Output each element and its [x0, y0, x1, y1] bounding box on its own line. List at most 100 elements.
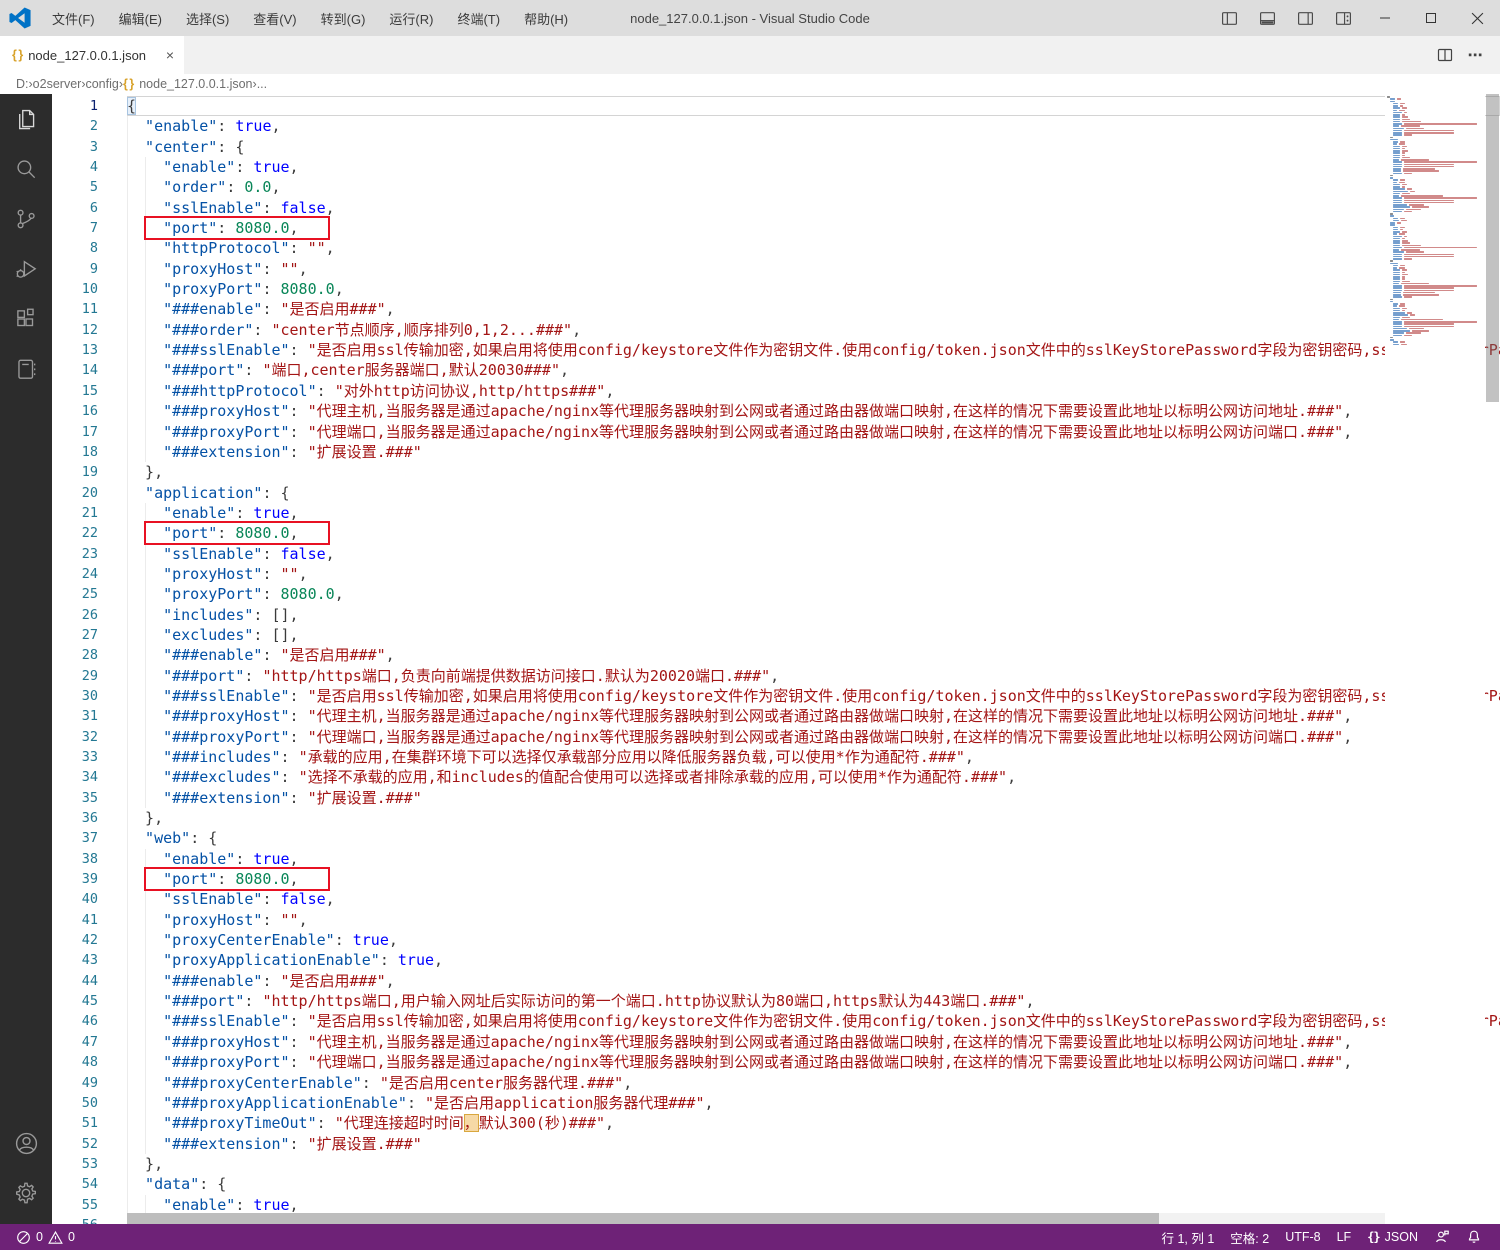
code-line-35[interactable]: "###extension": "扩展设置.###": [127, 788, 1500, 808]
code-line-48[interactable]: "###proxyPort": "代理端口,当服务器是通过apache/ngin…: [127, 1052, 1500, 1072]
toggle-sidebar-icon[interactable]: [1210, 0, 1248, 36]
menu-item-5[interactable]: 运行(R): [377, 0, 445, 36]
code-line-15[interactable]: "###httpProtocol": "对外http访问协议,http/http…: [127, 381, 1500, 401]
maximize-button[interactable]: [1408, 0, 1454, 36]
settings-gear-icon[interactable]: [0, 1168, 52, 1218]
code-line-14[interactable]: "###port": "端口,center服务器端口,默认20030###",: [127, 360, 1500, 380]
tab-node-json[interactable]: { } node_127.0.0.1.json ×: [0, 36, 184, 74]
eol-status[interactable]: LF: [1329, 1224, 1360, 1250]
code-line-47[interactable]: "###proxyHost": "代理主机,当服务器是通过apache/ngin…: [127, 1032, 1500, 1052]
code-line-20[interactable]: "application": {: [127, 483, 1500, 503]
code-line-27[interactable]: "excludes": [],: [127, 625, 1500, 645]
code-line-11[interactable]: "###enable": "是否启用###",: [127, 299, 1500, 319]
code-line-29[interactable]: "###port": "http/https端口,负责向前端提供数据访问接口.默…: [127, 666, 1500, 686]
encoding-status[interactable]: UTF-8: [1277, 1224, 1328, 1250]
editor-more-actions-icon[interactable]: ⋯: [1460, 46, 1490, 64]
minimap[interactable]: [1385, 94, 1485, 1224]
code-line-10[interactable]: "proxyPort": 8080.0,: [127, 279, 1500, 299]
code-line-55[interactable]: "enable": true,: [127, 1195, 1500, 1215]
minimize-button[interactable]: [1362, 0, 1408, 36]
cursor-position-status[interactable]: 行 1, 列 1: [1153, 1224, 1222, 1250]
code-line-50[interactable]: "###proxyApplicationEnable": "是否启用applic…: [127, 1093, 1500, 1113]
code-line-12[interactable]: "###order": "center节点顺序,顺序排列0,1,2...###"…: [127, 320, 1500, 340]
code-line-40[interactable]: "sslEnable": false,: [127, 889, 1500, 909]
code-line-53[interactable]: },: [127, 1154, 1500, 1174]
code-line-28[interactable]: "###enable": "是否启用###",: [127, 645, 1500, 665]
toggle-panel-icon[interactable]: [1248, 0, 1286, 36]
horizontal-scrollbar-thumb[interactable]: [127, 1213, 1159, 1224]
code-line-24[interactable]: "proxyHost": "",: [127, 564, 1500, 584]
horizontal-scrollbar[interactable]: [127, 1213, 1385, 1224]
menu-item-1[interactable]: 编辑(E): [107, 0, 174, 36]
code-area[interactable]: {"enable": true,"center": {"enable": tru…: [127, 94, 1500, 1224]
code-line-52[interactable]: "###extension": "扩展设置.###": [127, 1134, 1500, 1154]
code-line-16[interactable]: "###proxyHost": "代理主机,当服务器是通过apache/ngin…: [127, 401, 1500, 421]
menu-item-0[interactable]: 文件(F): [40, 0, 107, 36]
extensions-icon[interactable]: [0, 294, 52, 344]
explorer-icon[interactable]: [0, 94, 52, 144]
code-line-44[interactable]: "###enable": "是否启用###",: [127, 971, 1500, 991]
code-line-43[interactable]: "proxyApplicationEnable": true,: [127, 950, 1500, 970]
code-line-25[interactable]: "proxyPort": 8080.0,: [127, 584, 1500, 604]
code-line-54[interactable]: "data": {: [127, 1174, 1500, 1194]
code-line-30[interactable]: "###sslEnable": "是否启用ssl传输加密,如果启用将使用conf…: [127, 686, 1500, 706]
toggle-secondary-sidebar-icon[interactable]: [1286, 0, 1324, 36]
code-line-7[interactable]: "port": 8080.0,: [127, 218, 1500, 238]
code-line-42[interactable]: "proxyCenterEnable": true,: [127, 930, 1500, 950]
breadcrumb-item-4[interactable]: ...: [257, 77, 267, 91]
close-window-button[interactable]: [1454, 0, 1500, 36]
code-line-23[interactable]: "sslEnable": false,: [127, 544, 1500, 564]
customize-layout-icon[interactable]: [1324, 0, 1362, 36]
breadcrumb-item-2[interactable]: config: [85, 77, 118, 91]
code-line-32[interactable]: "###proxyPort": "代理端口,当服务器是通过apache/ngin…: [127, 727, 1500, 747]
code-line-8[interactable]: "httpProtocol": "",: [127, 238, 1500, 258]
code-line-31[interactable]: "###proxyHost": "代理主机,当服务器是通过apache/ngin…: [127, 706, 1500, 726]
code-line-21[interactable]: "enable": true,: [127, 503, 1500, 523]
code-line-4[interactable]: "enable": true,: [127, 157, 1500, 177]
code-line-49[interactable]: "###proxyCenterEnable": "是否启用center服务器代理…: [127, 1073, 1500, 1093]
code-line-33[interactable]: "###includes": "承载的应用,在集群环境下可以选择仅承载部分应用以…: [127, 747, 1500, 767]
split-editor-icon[interactable]: [1430, 47, 1460, 63]
code-line-39[interactable]: "port": 8080.0,: [127, 869, 1500, 889]
code-line-26[interactable]: "includes": [],: [127, 605, 1500, 625]
menu-item-3[interactable]: 查看(V): [241, 0, 308, 36]
search-icon[interactable]: [0, 144, 52, 194]
tab-close-icon[interactable]: ×: [166, 47, 174, 63]
vertical-scrollbar-thumb[interactable]: [1486, 94, 1499, 402]
account-icon[interactable]: [0, 1118, 52, 1168]
menu-item-7[interactable]: 帮助(H): [512, 0, 580, 36]
code-line-46[interactable]: "###sslEnable": "是否启用ssl传输加密,如果启用将使用conf…: [127, 1011, 1500, 1031]
notifications-bell-icon[interactable]: [1458, 1224, 1490, 1250]
code-line-19[interactable]: },: [127, 462, 1500, 482]
breadcrumb-item-0[interactable]: D:: [16, 77, 29, 91]
code-line-36[interactable]: },: [127, 808, 1500, 828]
code-line-34[interactable]: "###excludes": "选择不承载的应用,和includes的值配合使用…: [127, 767, 1500, 787]
vertical-scrollbar[interactable]: [1485, 94, 1500, 1224]
code-line-41[interactable]: "proxyHost": "",: [127, 910, 1500, 930]
language-mode-status[interactable]: {} JSON: [1359, 1224, 1426, 1250]
code-line-1[interactable]: {: [127, 96, 1500, 116]
menu-item-2[interactable]: 选择(S): [174, 0, 241, 36]
code-line-17[interactable]: "###proxyPort": "代理端口,当服务器是通过apache/ngin…: [127, 422, 1500, 442]
run-debug-icon[interactable]: [0, 244, 52, 294]
code-line-3[interactable]: "center": {: [127, 137, 1500, 157]
code-line-51[interactable]: "###proxyTimeOut": "代理连接超时时间，默认300(秒)###…: [127, 1113, 1500, 1133]
code-line-6[interactable]: "sslEnable": false,: [127, 198, 1500, 218]
source-control-icon[interactable]: [0, 194, 52, 244]
code-line-5[interactable]: "order": 0.0,: [127, 177, 1500, 197]
feedback-icon[interactable]: [1426, 1224, 1458, 1250]
notebook-icon[interactable]: [0, 344, 52, 394]
code-line-13[interactable]: "###sslEnable": "是否启用ssl传输加密,如果启用将使用conf…: [127, 340, 1500, 360]
breadcrumb-item-3[interactable]: { }node_127.0.0.1.json: [123, 77, 253, 91]
indentation-status[interactable]: 空格: 2: [1222, 1224, 1277, 1250]
code-line-2[interactable]: "enable": true,: [127, 116, 1500, 136]
code-line-38[interactable]: "enable": true,: [127, 849, 1500, 869]
menu-item-4[interactable]: 转到(G): [309, 0, 378, 36]
problems-status[interactable]: 0 0: [8, 1224, 83, 1250]
breadcrumb-item-1[interactable]: o2server: [33, 77, 82, 91]
code-line-45[interactable]: "###port": "http/https端口,用户输入网址后实际访问的第一个…: [127, 991, 1500, 1011]
code-line-22[interactable]: "port": 8080.0,: [127, 523, 1500, 543]
code-line-18[interactable]: "###extension": "扩展设置.###": [127, 442, 1500, 462]
code-line-9[interactable]: "proxyHost": "",: [127, 259, 1500, 279]
menu-item-6[interactable]: 终端(T): [445, 0, 512, 36]
